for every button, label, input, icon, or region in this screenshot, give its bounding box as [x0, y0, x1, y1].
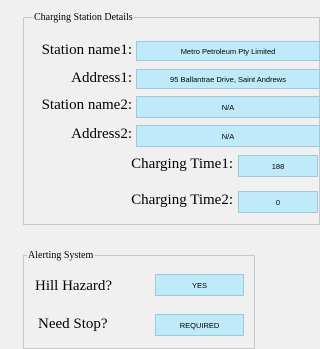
address2-field[interactable]: N/A	[136, 125, 320, 147]
alerting-system-title: Alerting System	[27, 249, 95, 262]
hill-hazard-field[interactable]: YES	[155, 274, 244, 296]
need-stop-field[interactable]: REQUIRED	[155, 314, 244, 336]
address2-label: Address2:	[71, 126, 132, 142]
charging-time1-label: Charging Time1:	[131, 156, 233, 172]
hill-hazard-label: Hill Hazard?	[35, 278, 113, 294]
charging-time1-field[interactable]: 188	[238, 155, 318, 177]
station-name2-field[interactable]: N/A	[136, 96, 320, 118]
charging-time2-field[interactable]: 0	[238, 191, 318, 213]
station-name1-field[interactable]: Metro Petroleum Pty Limited	[136, 41, 320, 61]
station-name1-label: Station name1:	[41, 42, 132, 58]
address1-label: Address1:	[71, 70, 132, 86]
charging-time2-label: Charging Time2:	[131, 192, 233, 208]
need-stop-label: Need Stop?	[38, 316, 108, 332]
charging-station-details-title: Charging Station Details	[33, 11, 134, 24]
address1-field[interactable]: 95 Ballantrae Drive, Saint Andrews	[136, 69, 320, 89]
station-name2-label: Station name2:	[41, 97, 132, 113]
